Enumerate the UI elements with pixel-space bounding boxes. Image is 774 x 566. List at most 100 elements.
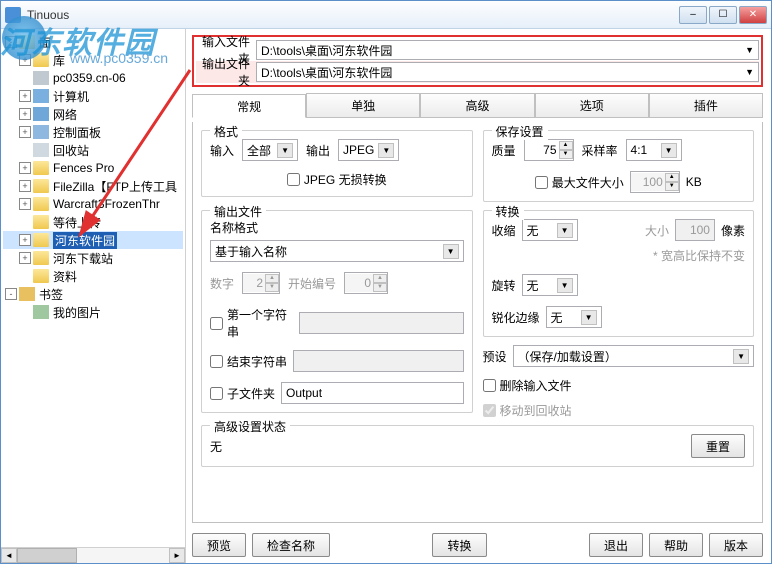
end-char-field — [293, 350, 463, 372]
subfolder-field[interactable] — [281, 382, 463, 404]
tree-item-label: 资料 — [53, 268, 77, 285]
format-out-select[interactable]: JPEG▼ — [338, 139, 399, 161]
pixel-label: 像素 — [721, 222, 745, 239]
expand-icon[interactable]: + — [19, 108, 31, 120]
tree-item[interactable]: + 控制面板 — [3, 123, 183, 141]
size-label: 大小 — [645, 222, 669, 239]
format-in-select[interactable]: 全部▼ — [242, 139, 298, 161]
tree-item[interactable]: +FileZilla【FTP上传工具 — [3, 177, 183, 195]
input-folder-value: D:\tools\桌面\河东软件园 — [261, 42, 392, 59]
tree-item[interactable]: + Warcraft3FrozenThr — [3, 195, 183, 213]
size-field — [675, 219, 715, 241]
format-in-label: 输入 — [210, 142, 234, 159]
tree-item-label: 回收站 — [53, 142, 89, 159]
expand-icon[interactable]: + — [19, 198, 31, 210]
transform-title: 转换 — [492, 203, 524, 220]
expand-icon[interactable]: + — [19, 180, 31, 192]
check-name-button[interactable]: 检查名称 — [252, 533, 330, 557]
help-button[interactable]: 帮助 — [649, 533, 703, 557]
tree-item[interactable]: 资料 — [3, 267, 183, 285]
scroll-thumb[interactable] — [17, 548, 77, 563]
tree-item[interactable]: -书签 — [3, 285, 183, 303]
tab[interactable]: 单独 — [306, 93, 420, 117]
sharpen-select[interactable]: 无▼ — [546, 306, 602, 328]
tab[interactable]: 高级 — [420, 93, 534, 117]
subfolder-checkbox[interactable]: 子文件夹 — [210, 385, 275, 402]
advstate-value: 无 — [210, 438, 683, 455]
folder-icon — [33, 251, 49, 265]
tree-item[interactable]: +河东软件园 — [3, 231, 183, 249]
scroll-left-icon[interactable]: ◄ — [1, 548, 17, 563]
tree-item[interactable]: pc0359.cn-06 — [3, 69, 183, 87]
end-char-checkbox[interactable]: 结束字符串 — [210, 353, 287, 370]
expand-icon[interactable]: + — [19, 90, 31, 102]
tree-item[interactable]: +计算机 — [3, 87, 183, 105]
tree-item[interactable]: 等待上传 — [3, 213, 183, 231]
name-format-select[interactable]: 基于输入名称▼ — [210, 240, 464, 262]
delete-input-checkbox[interactable]: 删除输入文件 — [483, 377, 755, 394]
tree-item[interactable]: + 河东下载站 — [3, 249, 183, 267]
expand-icon[interactable]: + — [19, 126, 31, 138]
tree-item[interactable]: 回收站 — [3, 141, 183, 159]
tab[interactable]: 选项 — [535, 93, 649, 117]
quality-stepper[interactable]: ▲▼ — [524, 139, 574, 161]
tree-item[interactable]: 我的图片 — [3, 303, 183, 321]
tree-item-label: 河东下载站 — [53, 250, 113, 267]
exit-button[interactable]: 退出 — [589, 533, 643, 557]
folder-icon — [33, 179, 49, 193]
expand-icon[interactable]: - — [5, 288, 17, 300]
chevron-down-icon: ▼ — [557, 278, 573, 293]
tree-item[interactable]: + 网络 — [3, 105, 183, 123]
format-title: 格式 — [210, 123, 242, 140]
folder-icon — [33, 143, 49, 157]
jpeg-lossless-checkbox[interactable]: JPEG 无损转换 — [210, 171, 464, 188]
first-char-checkbox[interactable]: 第一个字符串 — [210, 306, 293, 340]
transform-group: 转换 收缩 无▼ 大小 像素 * 宽高比保持不变 旋转 — [483, 210, 755, 337]
tab[interactable]: 常规 — [192, 94, 306, 118]
preset-select[interactable]: （保存/加载设置）▼ — [513, 345, 754, 367]
convert-button[interactable]: 转换 — [432, 533, 486, 557]
name-format-label: 名称格式 — [210, 219, 464, 236]
dropdown-icon[interactable]: ▼ — [745, 45, 754, 55]
folder-icon — [33, 107, 49, 121]
expand-icon[interactable]: + — [19, 234, 31, 246]
maxfile-checkbox[interactable]: 最大文件大小 — [535, 174, 624, 191]
close-button[interactable]: ✕ — [739, 6, 767, 24]
tree-item[interactable]: +Fences Pro — [3, 159, 183, 177]
tree-item-label: 网络 — [53, 106, 77, 123]
expand-icon[interactable]: + — [19, 162, 31, 174]
sample-select[interactable]: 4:1▼ — [626, 139, 682, 161]
reset-button[interactable]: 重置 — [691, 434, 745, 458]
folder-icon — [33, 71, 49, 85]
maximize-button[interactable]: ☐ — [709, 6, 737, 24]
input-folder-field[interactable]: D:\tools\桌面\河东软件园 ▼ — [256, 40, 759, 60]
scroll-right-icon[interactable]: ► — [169, 548, 185, 563]
tree-item-label: Warcraft3FrozenThr — [53, 197, 160, 211]
sample-label: 采样率 — [582, 142, 618, 159]
rotate-select[interactable]: 无▼ — [522, 274, 578, 296]
minimize-button[interactable]: – — [679, 6, 707, 24]
folder-icon — [33, 269, 49, 283]
tab[interactable]: 插件 — [649, 93, 763, 117]
chevron-down-icon: ▼ — [277, 143, 293, 158]
shrink-select[interactable]: 无▼ — [522, 219, 578, 241]
tab-bar: 常规单独高级选项插件 — [192, 93, 763, 118]
tree-item-label: 库 — [53, 52, 65, 69]
folder-tree[interactable]: -面+库pc0359.cn-06+计算机+网络+控制面板回收站+Fences P… — [1, 29, 186, 563]
window-title: Tinuous — [27, 8, 679, 22]
preview-button[interactable]: 预览 — [192, 533, 246, 557]
version-button[interactable]: 版本 — [709, 533, 763, 557]
watermark-logo — [2, 16, 46, 60]
output-folder-field[interactable]: D:\tools\桌面\河东软件园 ▼ — [256, 62, 759, 82]
expand-icon[interactable]: + — [19, 252, 31, 264]
chevron-down-icon: ▼ — [378, 143, 394, 158]
tree-item-label: 控制面板 — [53, 124, 101, 141]
chevron-down-icon: ▼ — [581, 310, 597, 325]
folder-icon — [33, 89, 49, 103]
first-char-field — [299, 312, 464, 334]
dropdown-icon[interactable]: ▼ — [745, 67, 754, 77]
sidebar-scrollbar[interactable]: ◄ ► — [1, 547, 185, 563]
folder-icon — [33, 305, 49, 319]
maxfile-stepper: ▲▼ — [630, 171, 680, 193]
tree-item-label: 等待上传 — [53, 214, 101, 231]
